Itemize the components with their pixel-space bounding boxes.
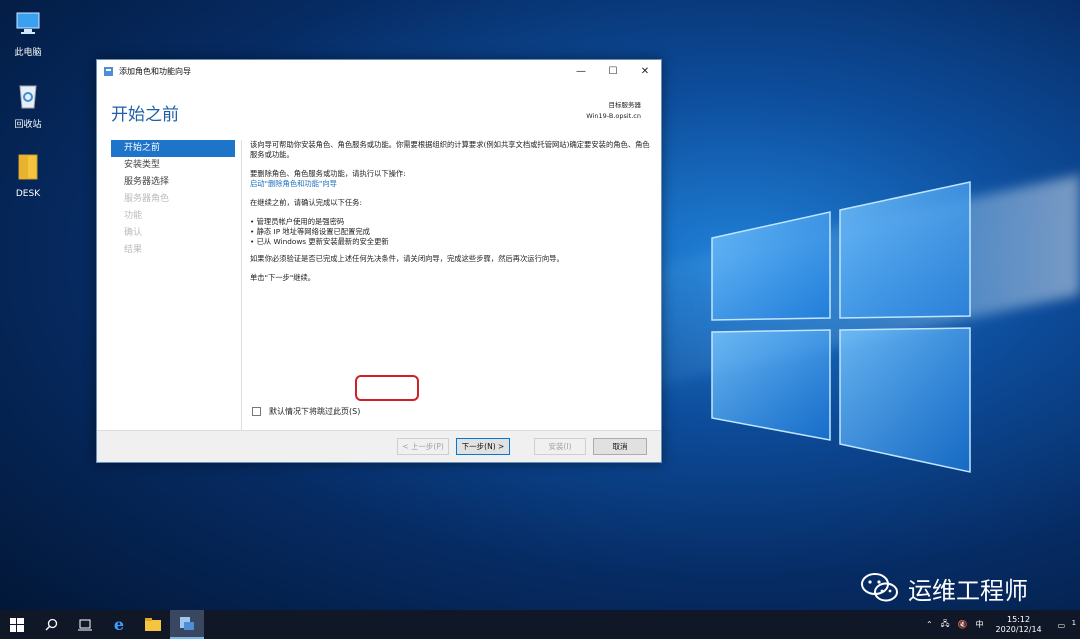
list-item: 已从 Windows 更新安装最新的安全更新 bbox=[250, 237, 650, 247]
nav-item-install-type[interactable]: 安装类型 bbox=[111, 157, 235, 174]
taskbar-file-explorer[interactable] bbox=[136, 610, 170, 639]
desktop-icon-this-pc[interactable]: 此电脑 bbox=[0, 8, 56, 58]
volume-muted-icon[interactable]: 🔇 bbox=[958, 620, 968, 629]
watermark-text: 运维工程师 bbox=[908, 576, 1028, 605]
task-view-button[interactable] bbox=[68, 610, 102, 639]
recycle-bin-icon bbox=[19, 85, 37, 109]
desktop-icon-label: 此电脑 bbox=[14, 48, 42, 58]
skip-page-option[interactable]: 默认情况下将跳过此页(S) bbox=[252, 406, 360, 417]
start-button[interactable] bbox=[0, 610, 34, 639]
clock-date: 2020/12/14 bbox=[995, 624, 1042, 634]
skip-page-checkbox[interactable] bbox=[252, 407, 261, 416]
action-center-button[interactable]: ▭ 1 bbox=[1054, 619, 1076, 631]
nav-item-server-roles: 服务器角色 bbox=[124, 194, 170, 204]
desktop-icon-recycle-bin[interactable]: 回收站 bbox=[0, 80, 56, 130]
previous-button[interactable]: < 上一步(P) bbox=[397, 438, 449, 455]
wizard-steps-nav: 开始之前 安装类型 服务器选择 服务器角色 功能 确认 结果 bbox=[111, 140, 235, 259]
show-hidden-icons-icon[interactable]: ⌃ bbox=[926, 620, 933, 629]
windows-start-icon bbox=[10, 617, 24, 632]
folder-icon bbox=[18, 154, 38, 180]
prerequisites-heading: 在继续之前，请确认完成以下任务: bbox=[250, 198, 362, 207]
target-server-label: 目标服务器 bbox=[608, 101, 642, 109]
nav-item-server-selection[interactable]: 服务器选择 bbox=[111, 174, 235, 191]
search-button[interactable] bbox=[34, 610, 68, 639]
wizard-footer: < 上一步(P) 下一步(N) > 安装(I) 取消 bbox=[97, 430, 661, 462]
remove-roles-link[interactable]: 启动"删除角色和功能"向导 bbox=[250, 179, 337, 188]
target-server-info: 目标服务器 Win19-B.opsit.cn bbox=[586, 100, 641, 122]
list-item: 静态 IP 地址等网络设置已配置完成 bbox=[250, 227, 650, 237]
skip-page-label: 默认情况下将跳过此页(S) bbox=[269, 407, 361, 416]
wechat-icon bbox=[861, 573, 898, 602]
maximize-button[interactable]: ☐ bbox=[597, 60, 629, 82]
install-button[interactable]: 安装(I) bbox=[534, 438, 586, 455]
taskbar-server-manager[interactable] bbox=[170, 610, 204, 639]
computer-icon bbox=[16, 12, 40, 34]
system-tray: ⌃ 🖧 🔇 中 15:12 2020/12/14 ▭ 1 bbox=[922, 610, 1080, 639]
wechat-watermark: 运维工程师 bbox=[860, 570, 1028, 606]
list-item: 管理员帐户使用的是强密码 bbox=[250, 217, 650, 227]
wizard-header: 开始之前 目标服务器 Win19-B.opsit.cn bbox=[97, 82, 661, 128]
next-button[interactable]: 下一步(N) > bbox=[456, 438, 510, 455]
server-manager-icon bbox=[180, 617, 194, 630]
desktop-icon-label: 回收站 bbox=[14, 120, 42, 130]
nav-divider bbox=[241, 140, 242, 430]
next-button-highlight bbox=[355, 375, 419, 401]
page-title: 开始之前 bbox=[111, 105, 179, 125]
desktop-icon-label: DESK bbox=[15, 189, 41, 199]
notification-icon: ▭ bbox=[1057, 621, 1066, 631]
close-button[interactable]: ✕ bbox=[629, 60, 661, 82]
desktop-icon-desk-folder[interactable]: DESK bbox=[0, 152, 56, 199]
taskbar-ie[interactable]: e bbox=[102, 610, 136, 639]
intro-text: 该向导可帮助你安装角色、角色服务或功能。你需要根据组织的计算要求(例如共享文档或… bbox=[250, 140, 650, 159]
remove-instructions: 要删除角色、角色服务或功能，请执行以下操作: bbox=[250, 169, 406, 178]
search-icon bbox=[45, 618, 57, 631]
window-titlebar[interactable]: 添加角色和功能向导 — ☐ ✕ bbox=[97, 60, 661, 82]
add-roles-wizard-window: 添加角色和功能向导 — ☐ ✕ 开始之前 目标服务器 Win19-B.opsit… bbox=[96, 59, 662, 463]
nav-item-features: 功能 bbox=[124, 211, 143, 221]
internet-explorer-icon: e bbox=[113, 615, 125, 634]
verify-text: 如果你必须验证是否已完成上述任何先决条件，请关闭向导，完成这些步骤，然后再次运行… bbox=[250, 254, 564, 263]
network-icon[interactable]: 🖧 bbox=[941, 618, 950, 632]
server-manager-icon bbox=[104, 66, 113, 76]
taskbar: e ⌃ 🖧 🔇 中 15:12 2020/12/14 ▭ 1 bbox=[0, 610, 1080, 639]
ime-indicator[interactable]: 中 bbox=[976, 619, 984, 630]
windows-logo-wallpaper bbox=[711, 181, 971, 473]
cancel-button[interactable]: 取消 bbox=[593, 438, 647, 455]
nav-item-results: 结果 bbox=[124, 245, 143, 255]
minimize-button[interactable]: — bbox=[565, 60, 597, 82]
nav-item-before-you-begin[interactable]: 开始之前 bbox=[111, 140, 235, 157]
next-hint-text: 单击"下一步"继续。 bbox=[250, 273, 316, 282]
window-title: 添加角色和功能向导 bbox=[119, 66, 191, 76]
prerequisites-list: 管理员帐户使用的是强密码 静态 IP 地址等网络设置已配置完成 已从 Windo… bbox=[250, 217, 650, 247]
clock-time: 15:12 bbox=[1007, 614, 1031, 624]
target-server-name: Win19-B.opsit.cn bbox=[586, 112, 641, 120]
task-view-icon bbox=[78, 619, 92, 630]
file-explorer-icon bbox=[145, 618, 161, 631]
nav-item-confirmation: 确认 bbox=[124, 228, 143, 238]
wizard-content: 该向导可帮助你安装角色、角色服务或功能。你需要根据组织的计算要求(例如共享文档或… bbox=[250, 140, 650, 292]
notification-count: 1 bbox=[1071, 618, 1076, 627]
clock[interactable]: 15:12 2020/12/14 bbox=[996, 615, 1042, 635]
